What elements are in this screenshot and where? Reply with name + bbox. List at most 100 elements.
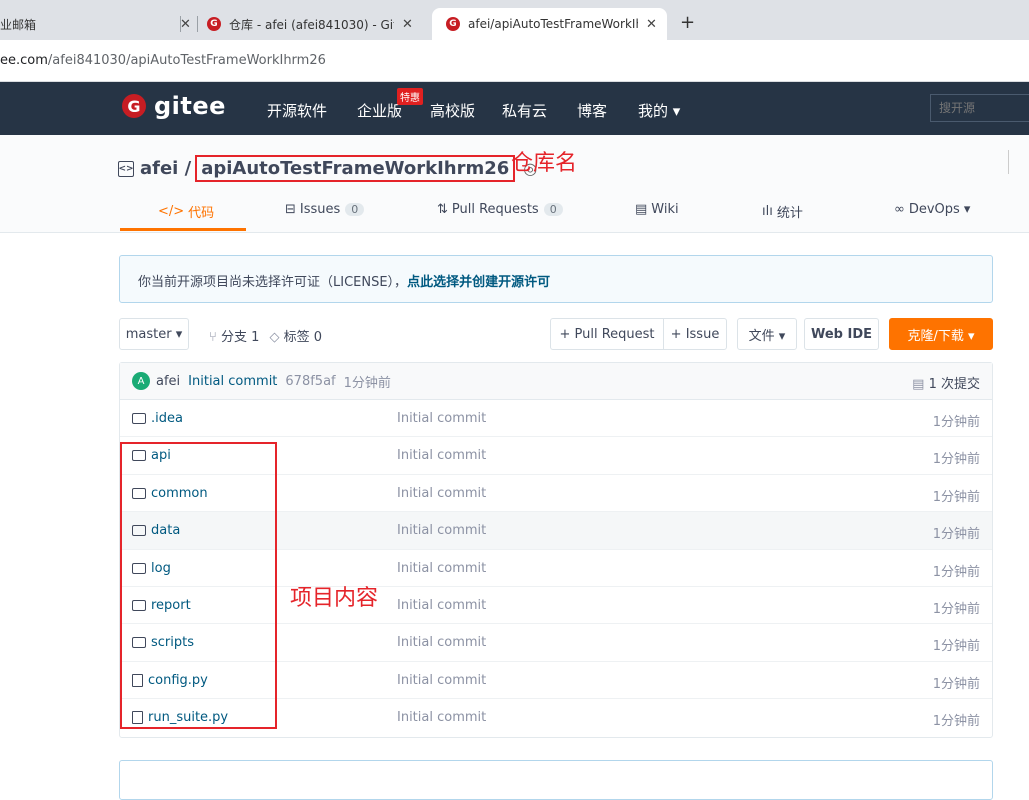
infinity-icon: ∞ (894, 202, 905, 217)
nav-item-open-source[interactable]: 开源软件 (267, 100, 327, 121)
file-commit-message[interactable]: Initial commit (397, 598, 486, 613)
repo-header: <> afei / apiAutoTestFrameWorkIhrm26 ◎ 仓… (0, 135, 1029, 233)
file-name: config.py (148, 672, 208, 688)
table-row[interactable]: api Initial commit 1分钟前 (120, 437, 992, 475)
address-bar[interactable]: ee.com/afei841030/apiAutoTestFrameWorkIh… (0, 40, 1029, 82)
branch-count[interactable]: 分支 1 (221, 330, 259, 345)
file-commit-time: 1分钟前 (932, 676, 980, 692)
browser-tab-active[interactable]: G afei/apiAutoTestFrameWorkIhrm ✕ (432, 8, 667, 40)
file-list: A afei Initial commit 678f5af 1分钟前 ▤ 1 次… (119, 362, 993, 738)
table-row[interactable]: run_suite.py Initial commit 1分钟前 (120, 699, 992, 736)
issues-count: 0 (345, 203, 365, 216)
nav-item-mine[interactable]: 我的 ▾ (638, 100, 680, 121)
close-icon[interactable]: ✕ (172, 8, 191, 40)
license-link[interactable]: 点此选择并创建开源许可 (407, 275, 550, 290)
file-commit-time: 1分钟前 (932, 714, 980, 730)
file-icon (132, 673, 143, 687)
commit-author[interactable]: afei (156, 374, 180, 389)
tab-stats[interactable]: ılı 统计 (762, 202, 803, 221)
table-row[interactable]: config.py Initial commit 1分钟前 (120, 662, 992, 700)
file-menu-button[interactable]: 文件 ▾ (737, 318, 797, 350)
repo-icon: <> (118, 160, 134, 177)
code-icon: </> (158, 204, 185, 219)
file-commit-message[interactable]: Initial commit (397, 635, 486, 650)
file-commit-message[interactable]: Initial commit (397, 411, 486, 426)
table-row[interactable]: report Initial commit 1分钟前 (120, 587, 992, 625)
table-row[interactable]: common Initial commit 1分钟前 (120, 475, 992, 513)
url-path: /afei841030/apiAutoTestFrameWorkIhrm26 (47, 53, 326, 68)
file-name-link[interactable]: api (132, 448, 171, 463)
file-name: .idea (151, 411, 183, 426)
web-ide-button[interactable]: Web IDE (804, 318, 879, 350)
latest-commit-row: A afei Initial commit 678f5af 1分钟前 ▤ 1 次… (120, 363, 992, 400)
url-host: ee.com (0, 53, 48, 68)
gitee-logo-icon: G (122, 94, 146, 118)
stats-icon: ılı (762, 204, 773, 219)
tab-devops[interactable]: ∞ DevOps ▾ (894, 202, 970, 217)
file-name-link[interactable]: report (132, 598, 191, 613)
search-input[interactable] (930, 94, 1029, 122)
new-issue-button[interactable]: + Issue (663, 318, 727, 350)
folder-icon (132, 525, 146, 537)
issues-icon: ⊟ (285, 202, 296, 217)
clone-download-button[interactable]: 克隆/下载 ▾ (889, 318, 993, 350)
commit-count-label: 1 次提交 (928, 377, 980, 392)
file-name-link[interactable]: common (132, 486, 208, 501)
file-name-link[interactable]: data (132, 523, 180, 538)
gitee-favicon-icon: G (446, 17, 460, 31)
file-name: report (151, 597, 191, 613)
tab-wiki[interactable]: ▤ Wiki (635, 202, 679, 217)
table-row[interactable]: data Initial commit 1分钟前 (120, 512, 992, 550)
file-commit-time: 1分钟前 (932, 489, 980, 505)
commit-hash[interactable]: 678f5af (285, 374, 335, 389)
url-text[interactable]: ee.com/afei841030/apiAutoTestFrameWorkIh… (0, 53, 326, 68)
tag-count[interactable]: 标签 0 (284, 330, 322, 345)
folder-icon (132, 562, 146, 574)
file-commit-message[interactable]: Initial commit (397, 448, 486, 463)
branch-select[interactable]: master ▾ (119, 318, 189, 350)
nav-item-university[interactable]: 高校版 (430, 100, 475, 121)
file-name: data (151, 523, 181, 539)
file-name: common (151, 485, 208, 501)
file-commit-message[interactable]: Initial commit (397, 673, 486, 688)
file-commit-message[interactable]: Initial commit (397, 486, 486, 501)
avatar[interactable]: A (132, 372, 150, 390)
file-name: api (151, 448, 171, 464)
annotation-repo-name: 仓库名 (511, 151, 578, 176)
table-row[interactable]: .idea Initial commit 1分钟前 (120, 400, 992, 438)
commit-count[interactable]: ▤ 1 次提交 (912, 373, 980, 392)
close-icon[interactable]: ✕ (402, 17, 413, 32)
tab-code[interactable]: </> 代码 (158, 202, 214, 221)
nav-item-private-cloud[interactable]: 私有云 (502, 100, 547, 121)
file-commit-message[interactable]: Initial commit (397, 523, 486, 538)
file-commit-message[interactable]: Initial commit (397, 710, 486, 725)
top-navigation: G gitee 开源软件 企业版 特惠 高校版 私有云 博客 我的 ▾ (0, 82, 1029, 135)
file-commit-time: 1分钟前 (932, 452, 980, 468)
file-name-link[interactable]: run_suite.py (132, 710, 228, 725)
file-name: run_suite.py (148, 710, 229, 726)
file-commit-message[interactable]: Initial commit (397, 561, 486, 576)
commit-message[interactable]: Initial commit (188, 374, 277, 389)
file-commit-time: 1分钟前 (932, 415, 980, 430)
nav-item-enterprise[interactable]: 企业版 (357, 100, 402, 121)
tab-pull-requests[interactable]: ⇅ Pull Requests 0 (437, 202, 563, 217)
tab-issues[interactable]: ⊟ Issues 0 (285, 202, 365, 217)
file-commit-time: 1分钟前 (932, 601, 980, 617)
browser-tab-mail[interactable]: 业邮箱 (0, 8, 180, 40)
folder-icon (132, 599, 146, 611)
file-name-link[interactable]: config.py (132, 673, 208, 688)
new-tab-icon[interactable]: + (680, 14, 695, 32)
file-name-link[interactable]: .idea (132, 411, 183, 426)
browser-tab-repos[interactable]: G 仓库 - afei (afei841030) - Gitee ✕ (207, 8, 427, 40)
close-icon[interactable]: ✕ (646, 17, 657, 32)
new-pull-request-button[interactable]: + Pull Request (550, 318, 664, 350)
gitee-logo[interactable]: G gitee (122, 92, 226, 120)
repo-name[interactable]: apiAutoTestFrameWorkIhrm26 (195, 155, 516, 182)
file-name-link[interactable]: scripts (132, 635, 194, 650)
file-name-link[interactable]: log (132, 561, 171, 576)
nav-item-blog[interactable]: 博客 (577, 100, 607, 121)
table-row[interactable]: scripts Initial commit 1分钟前 (120, 624, 992, 662)
tab-title: 仓库 - afei (afei841030) - Gitee (229, 17, 394, 32)
repo-owner[interactable]: afei / (140, 158, 191, 179)
table-row[interactable]: log Initial commit 1分钟前 (120, 550, 992, 587)
